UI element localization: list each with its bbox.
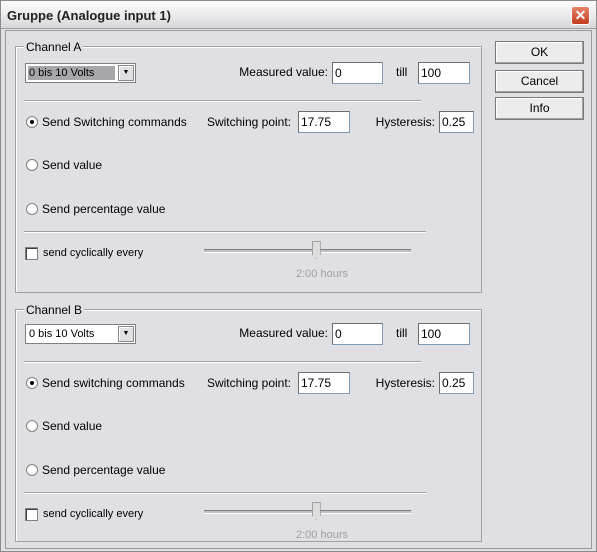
divider xyxy=(24,492,426,494)
radio-switching[interactable] xyxy=(26,377,38,389)
hysteresis-input[interactable]: 0.25 xyxy=(439,111,474,133)
radio-send-value-label[interactable]: Send value xyxy=(42,419,102,433)
switching-point-input[interactable]: 17.75 xyxy=(298,111,350,133)
switching-point-label: Switching point: xyxy=(206,376,291,390)
measured-value-label: Measured value: xyxy=(239,326,328,340)
cyclic-label[interactable]: send cyclically every xyxy=(43,508,143,520)
cyclic-label[interactable]: send cyclically every xyxy=(43,247,143,259)
switching-point-label: Switching point: xyxy=(206,115,291,129)
window-title: Gruppe (Analogue input 1) xyxy=(7,8,171,23)
info-button[interactable]: Info xyxy=(495,97,584,120)
range-value: 0 bis 10 Volts xyxy=(29,328,95,340)
radio-switching[interactable] xyxy=(26,116,38,128)
chevron-down-icon[interactable]: ▼ xyxy=(118,65,134,81)
cancel-button[interactable]: Cancel xyxy=(495,70,584,93)
measured-from-input[interactable]: 0 xyxy=(332,323,383,345)
measured-to-input[interactable]: 100 xyxy=(418,62,470,84)
radio-send-value[interactable] xyxy=(26,159,38,171)
radio-send-value-label[interactable]: Send value xyxy=(42,158,102,172)
chevron-down-icon[interactable]: ▼ xyxy=(118,326,134,342)
till-label: till xyxy=(396,326,408,340)
cyclic-value: 2:00 hours xyxy=(296,268,348,280)
hysteresis-label: Hysteresis: xyxy=(375,376,435,390)
radio-send-value[interactable] xyxy=(26,420,38,432)
range-select[interactable]: 0 bis 10 Volts ▼ xyxy=(25,324,136,344)
ok-button[interactable]: OK xyxy=(495,41,584,64)
channel-label: Channel A xyxy=(24,40,84,54)
radio-send-percentage-label[interactable]: Send percentage value xyxy=(42,463,165,477)
close-icon[interactable]: ✕ xyxy=(571,6,590,25)
cyclic-value: 2:00 hours xyxy=(296,529,348,541)
dialog-window: Gruppe (Analogue input 1) ✕ OK Cancel In… xyxy=(0,0,597,552)
measured-to-input[interactable]: 100 xyxy=(418,323,470,345)
radio-switching-label[interactable]: Send Switching commands xyxy=(42,115,187,129)
radio-switching-label[interactable]: Send switching commands xyxy=(42,376,185,390)
hysteresis-input[interactable]: 0.25 xyxy=(439,372,474,394)
measured-from-input[interactable]: 0 xyxy=(332,62,383,84)
range-value: 0 bis 10 Volts xyxy=(28,66,115,80)
radio-send-percentage[interactable] xyxy=(26,464,38,476)
cyclic-checkbox[interactable] xyxy=(25,247,38,260)
title-bar: Gruppe (Analogue input 1) ✕ xyxy=(1,1,596,29)
cyclic-slider[interactable] xyxy=(204,510,411,514)
radio-send-percentage[interactable] xyxy=(26,203,38,215)
divider xyxy=(24,231,426,233)
till-label: till xyxy=(396,65,408,79)
measured-value-label: Measured value: xyxy=(239,65,328,79)
hysteresis-label: Hysteresis: xyxy=(375,115,435,129)
range-select[interactable]: 0 bis 10 Volts ▼ xyxy=(25,63,136,83)
radio-send-percentage-label[interactable]: Send percentage value xyxy=(42,202,165,216)
cyclic-slider[interactable] xyxy=(204,249,411,253)
channel-label: Channel B xyxy=(24,303,85,317)
divider xyxy=(24,100,421,102)
cyclic-checkbox[interactable] xyxy=(25,508,38,521)
divider xyxy=(24,361,421,363)
switching-point-input[interactable]: 17.75 xyxy=(298,372,350,394)
